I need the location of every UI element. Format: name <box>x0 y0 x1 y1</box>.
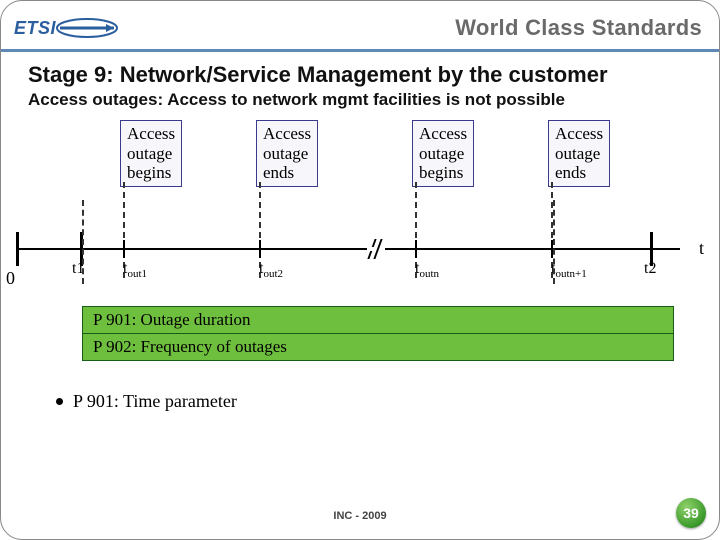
axis-t2-label: t2 <box>644 260 656 278</box>
axis-tick <box>415 240 417 258</box>
tagline: World Class Standards <box>455 15 702 41</box>
event-box: Access outage ends <box>548 120 610 187</box>
header-underline <box>0 49 720 52</box>
axis-tick-label: tout2 <box>259 260 283 280</box>
bullet-icon <box>56 398 63 405</box>
axis-origin-label: 0 <box>6 268 15 289</box>
bullet-text: P 901: Time parameter <box>73 391 237 412</box>
axis-tick <box>259 240 261 258</box>
axis-tick-label: tout1 <box>123 260 147 280</box>
axis-tick-label: toutn+1 <box>551 260 587 280</box>
dash-line-long <box>82 200 84 284</box>
bullet-item: P 901: Time parameter <box>0 361 720 412</box>
time-axis <box>16 248 680 250</box>
logo-text: ETSI <box>14 18 56 39</box>
info-row: P 902: Frequency of outages <box>83 333 673 360</box>
axis-origin-tick <box>16 232 19 266</box>
timeline-diagram: Access outage begins Access outage ends … <box>50 120 690 300</box>
axis-break-icon <box>368 239 384 259</box>
header: ETSI World Class Standards <box>0 0 720 56</box>
dash-line-long <box>553 200 555 284</box>
info-row: P 901: Outage duration <box>83 307 673 333</box>
event-box: Access outage begins <box>412 120 474 187</box>
logo-mark <box>54 16 120 40</box>
slide-subtitle: Access outages: Access to network mgmt f… <box>0 90 720 114</box>
footer-text: INC - 2009 <box>0 510 720 522</box>
info-box: P 901: Outage duration P 902: Frequency … <box>82 306 674 361</box>
page-number-badge: 39 <box>676 498 706 528</box>
axis-tick-label: toutn <box>415 260 439 280</box>
slide-title: Stage 9: Network/Service Management by t… <box>0 56 720 90</box>
event-box: Access outage begins <box>120 120 182 187</box>
event-box: Access outage ends <box>256 120 318 187</box>
axis-tick <box>123 240 125 258</box>
logo: ETSI <box>14 16 120 40</box>
axis-t-label: t <box>699 238 704 259</box>
